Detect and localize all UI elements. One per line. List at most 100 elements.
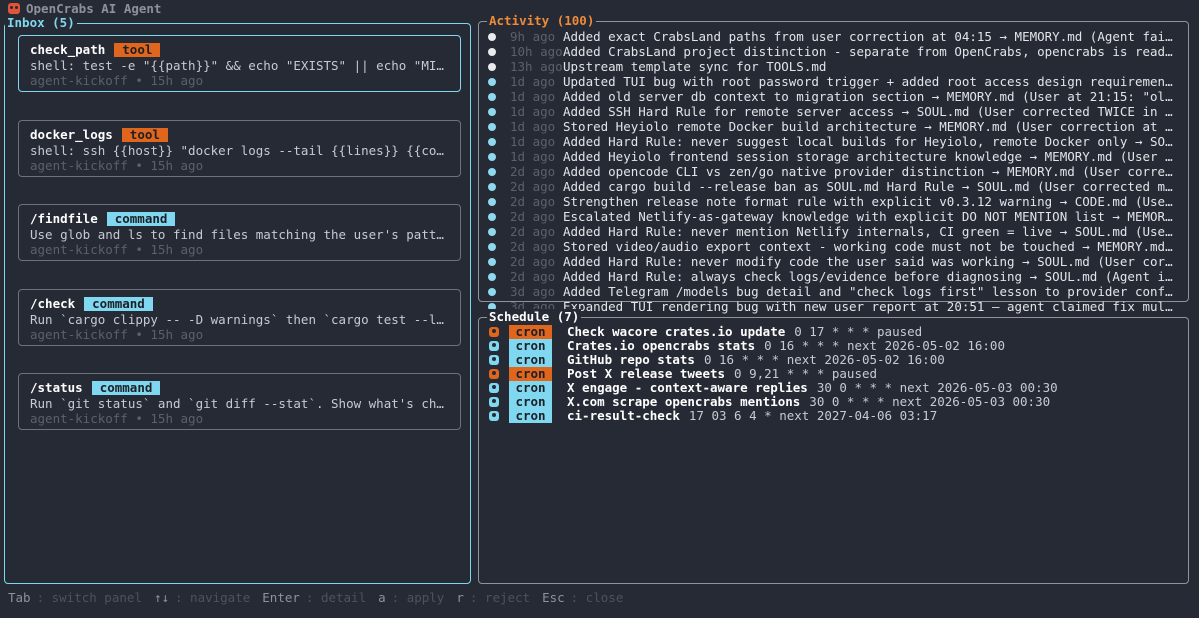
activity-text: Added opencode CLI vs zen/go native prov… (563, 164, 1180, 179)
schedule-title: Schedule (7) (487, 309, 582, 325)
activity-row[interactable]: 10h ago Added CrabsLand project distincti… (488, 44, 1180, 59)
activity-time: 2d ago (510, 209, 556, 224)
activity-row[interactable]: 1d ago Added old server db context to mig… (488, 89, 1180, 104)
schedule-name: Check wacore crates.io update (567, 324, 786, 339)
inbox-item[interactable]: docker_logs tool shell: ssh {{host}} "dock… (18, 120, 461, 177)
activity-time: 2d ago (510, 194, 556, 209)
schedule-list[interactable]: cron Check wacore crates.io update 0 17 * … (489, 325, 1179, 423)
activity-dot-icon (488, 92, 496, 101)
hint-description: : detail (305, 590, 367, 605)
activity-row[interactable]: 1d ago Added Hard Rule: never suggest loc… (488, 134, 1180, 149)
activity-text: Added SSH Hard Rule for remote server ac… (563, 104, 1180, 119)
activity-list[interactable]: 9h ago Added exact CrabsLand paths from u… (488, 29, 1180, 314)
activity-row[interactable]: 2d ago Stored video/audio export context … (488, 239, 1180, 254)
schedule-row[interactable]: cron X engage - context-aware replies 30 0… (489, 381, 1179, 395)
activity-row[interactable]: 13h ago Upstream template sync for TOOLS.… (488, 59, 1180, 74)
activity-time: 9h ago (510, 29, 556, 44)
activity-row[interactable]: 2d ago Added Hard Rule: never modify code… (488, 254, 1180, 269)
activity-time: 1d ago (510, 149, 556, 164)
cron-badge: cron (509, 353, 552, 367)
activity-row[interactable]: 2d ago Strengthen release note format rul… (488, 194, 1180, 209)
inbox-item-description: Run `cargo clippy -- -D warnings` then `… (30, 312, 450, 327)
activity-row[interactable]: 3d ago Expanded TUI rendering bug with ne… (488, 299, 1180, 314)
schedule-info: 0 9,21 * * * paused (734, 366, 878, 381)
activity-dot-icon (488, 107, 496, 116)
inbox-item[interactable]: check_path tool shell: test -e "{{path}}" … (18, 35, 461, 92)
activity-text: Added Hard Rule: always check logs/evide… (563, 269, 1180, 284)
activity-time: 2d ago (510, 239, 556, 254)
schedule-row[interactable]: cron Crates.io opencrabs stats 0 16 * * * … (489, 339, 1179, 353)
inbox-item-meta: agent-kickoff • 15h ago (30, 73, 204, 88)
activity-time: 2d ago (510, 179, 556, 194)
activity-dot-icon (488, 152, 496, 161)
alarm-clock-icon (489, 341, 499, 351)
activity-row[interactable]: 2d ago Added Hard Rule: always check logs… (488, 269, 1180, 284)
activity-dot-icon (488, 122, 496, 131)
activity-row[interactable]: 3d ago Added Telegram /models bug detail … (488, 284, 1180, 299)
crab-icon (8, 2, 20, 14)
activity-dot-icon (488, 137, 496, 146)
schedule-info: 30 0 * * * next 2026-05-03 00:30 (816, 380, 1058, 395)
schedule-row[interactable]: cron Post X release tweets 0 9,21 * * * pa… (489, 367, 1179, 381)
inbox-item-description: shell: ssh {{host}} "docker logs --tail … (30, 143, 450, 158)
hint-key: a (378, 590, 386, 605)
activity-time: 2d ago (510, 269, 556, 284)
activity-time: 3d ago (510, 284, 556, 299)
inbox-item[interactable]: /status command Run `git status` and `git … (18, 373, 461, 430)
activity-row[interactable]: 2d ago Escalated Netlify-as-gateway knowl… (488, 209, 1180, 224)
alarm-clock-icon (489, 327, 499, 337)
activity-row[interactable]: 1d ago Updated TUI bug with root password… (488, 74, 1180, 89)
schedule-row[interactable]: cron Check wacore crates.io update 0 17 * … (489, 325, 1179, 339)
activity-text: Updated TUI bug with root password trigg… (563, 74, 1180, 89)
inbox-item-kind-badge: command (84, 296, 153, 311)
activity-panel[interactable]: Activity (100) 9h ago Added exact CrabsLa… (478, 13, 1189, 314)
activity-row[interactable]: 1d ago Added SSH Hard Rule for remote ser… (488, 104, 1180, 119)
hint-description: : switch panel (36, 590, 142, 605)
activity-dot-icon (488, 257, 496, 266)
inbox-item-header: /check command (30, 296, 450, 311)
alarm-clock-icon (489, 369, 499, 379)
activity-time: 2d ago (510, 224, 556, 239)
activity-dot-icon (488, 212, 496, 221)
activity-time: 1d ago (510, 104, 556, 119)
activity-dot-icon (488, 32, 496, 41)
inbox-item-description: Run `git status` and `git diff --stat`. … (30, 396, 450, 411)
hint-key: r (456, 590, 464, 605)
inbox-panel[interactable]: Inbox (5) check_path tool shell: test -e "… (4, 15, 471, 584)
activity-text: Added Hard Rule: never suggest local bui… (563, 134, 1180, 149)
inbox-item-kind-badge: tool (114, 42, 161, 57)
activity-text: Stored video/audio export context - work… (563, 239, 1180, 254)
activity-dot-icon (488, 242, 496, 251)
activity-row[interactable]: 2d ago Added Hard Rule: never mention Net… (488, 224, 1180, 239)
inbox-item-name: /status (30, 380, 83, 395)
activity-row[interactable]: 1d ago Stored Heyiolo remote Docker build… (488, 119, 1180, 134)
activity-row[interactable]: 1d ago Added Heyiolo frontend session sto… (488, 149, 1180, 164)
activity-row[interactable]: 2d ago Added opencode CLI vs zen/go nativ… (488, 164, 1180, 179)
activity-text: Added Telegram /models bug detail and "c… (563, 284, 1180, 299)
inbox-title: Inbox (5) (5, 15, 77, 31)
inbox-item-meta: agent-kickoff • 15h ago (30, 158, 204, 173)
activity-text: Strengthen release note format rule with… (563, 194, 1180, 209)
app-title: OpenCrabs AI Agent (26, 0, 162, 16)
inbox-item-description: shell: test -e "{{path}}" && echo "EXIST… (30, 58, 450, 73)
keybinding-hints: Tab: switch panel ↑↓: navigate Enter: deta… (8, 590, 629, 606)
cron-badge: cron (509, 381, 552, 395)
activity-row[interactable]: 2d ago Added cargo build --release ban as… (488, 179, 1180, 194)
schedule-row[interactable]: cron X.com scrape opencrabs mentions 30 0 … (489, 395, 1179, 409)
inbox-item[interactable]: /findfile command Use glob and ls to find … (18, 204, 461, 261)
schedule-panel[interactable]: Schedule (7) cron Check wacore crates.io … (478, 309, 1189, 584)
activity-time: 2d ago (510, 254, 556, 269)
activity-time: 2d ago (510, 164, 556, 179)
activity-row[interactable]: 9h ago Added exact CrabsLand paths from u… (488, 29, 1180, 44)
activity-text: Added Hard Rule: never modify code the u… (563, 254, 1180, 269)
schedule-row[interactable]: cron GitHub repo stats 0 16 * * * next 202… (489, 353, 1179, 367)
activity-text: Escalated Netlify-as-gateway knowledge w… (563, 209, 1180, 224)
inbox-item-kind-badge: tool (121, 127, 168, 142)
cron-badge: cron (509, 339, 552, 353)
hint-description: : apply (391, 590, 445, 605)
activity-time: 13h ago (510, 59, 563, 74)
inbox-item[interactable]: /check command Run `cargo clippy -- -D war… (18, 289, 461, 346)
activity-dot-icon (488, 47, 496, 56)
activity-dot-icon (488, 287, 496, 296)
schedule-row[interactable]: cron ci-result-check 17 03 6 4 * next 2027… (489, 409, 1179, 423)
